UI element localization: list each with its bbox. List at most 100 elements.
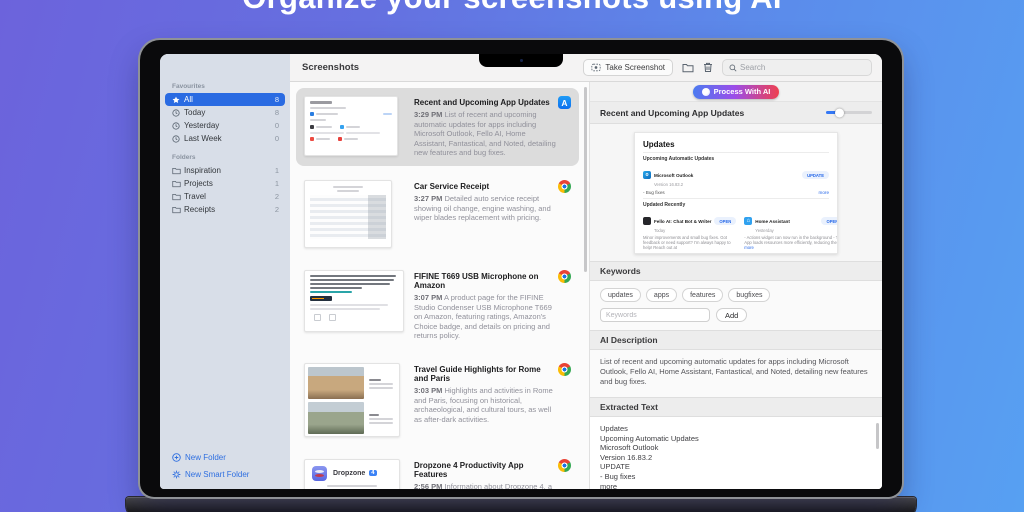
sidebar-item-count: 2 — [274, 192, 279, 201]
list-item[interactable]: Recent and Upcoming App Updates 3:29 PM … — [296, 88, 579, 166]
extracted-line: Upcoming Automatic Updates — [600, 433, 699, 443]
travel-thumbnail — [304, 362, 400, 437]
search-input[interactable] — [740, 63, 865, 72]
keyword-input-row: Add — [600, 308, 872, 322]
new-folder-label: New Folder — [185, 453, 226, 462]
detail-panel: Process With AI Recent and Upcoming App … — [590, 82, 882, 489]
sidebar-item-receipts[interactable]: Receipts 2 — [165, 203, 285, 216]
clock-icon — [171, 121, 181, 130]
sidebar-section-folders: Folders — [172, 154, 196, 161]
preview-app-version: Version 16.83.2 — [654, 181, 684, 187]
sidebar-item-label: Travel — [184, 192, 206, 201]
folder-icon — [171, 167, 181, 175]
folder-icon — [171, 206, 181, 214]
preview-app-row: Fantastical - Calendar06/03/2024 OPEN — [643, 252, 736, 253]
extracted-line: - Bug fixes — [600, 471, 636, 481]
extracted-line: Version 16.83.2 — [600, 452, 653, 462]
preview-bug-note: - Bug fixes — [643, 189, 665, 195]
sidebar-item-yesterday[interactable]: Yesterday 0 — [165, 119, 285, 132]
window-title: Screenshots — [302, 62, 360, 73]
search-field[interactable] — [722, 59, 872, 76]
sidebar-item-count: 8 — [274, 108, 279, 117]
list-item[interactable]: FIFINE T669 USB Microphone on Amazon 3:0… — [296, 262, 579, 349]
sidebar-section-favourites: Favourites — [172, 83, 205, 90]
sidebar-item-inspiration[interactable]: Inspiration 1 — [165, 164, 285, 177]
sidebar-item-projects[interactable]: Projects 1 — [165, 177, 285, 190]
app-window: Favourites All 8 Today 8 Yesterday 0 Las… — [160, 54, 882, 489]
list-item-meta: 3:07 PM A product page for the FIFINE St… — [414, 293, 557, 341]
slider-knob[interactable] — [835, 108, 845, 117]
add-keyword-button[interactable]: Add — [716, 308, 748, 322]
toolbar: Screenshots Take Screenshot — [290, 54, 882, 82]
take-screenshot-button[interactable]: Take Screenshot — [583, 59, 673, 76]
main-area: Screenshots Take Screenshot Search Recen… — [290, 54, 882, 489]
sidebar: Favourites All 8 Today 8 Yesterday 0 Las… — [160, 54, 290, 489]
list-item[interactable]: Dropzone 4 Dropzone 4 Productivity App F… — [296, 451, 579, 489]
list-item[interactable]: Car Service Receipt 3:27 PM Detailed aut… — [296, 172, 579, 256]
preview-recent-section: Updated Recently — [643, 201, 686, 208]
fello-ai-icon — [643, 217, 651, 225]
macbook-frame: Favourites All 8 Today 8 Yesterday 0 Las… — [140, 40, 902, 497]
sidebar-item-all[interactable]: All 8 — [165, 93, 285, 106]
list-item-body: Travel Guide Highlights for Rome and Par… — [414, 363, 571, 437]
folder-icon — [171, 193, 181, 201]
sidebar-item-count: 0 — [274, 121, 279, 130]
folder-icon — [171, 180, 181, 188]
ai-description-text: List of recent and upcoming automatic up… — [590, 350, 882, 397]
sidebar-item-label: Projects — [184, 179, 213, 188]
list-item-time: 3:03 PM — [414, 385, 443, 395]
preview-more-link: more — [744, 244, 754, 250]
process-with-ai-button[interactable]: Process With AI — [692, 84, 780, 99]
list-scrollbar[interactable] — [584, 87, 587, 272]
chrome-icon — [558, 179, 571, 193]
keywords-content: updates apps features bugfixes Add — [590, 281, 882, 330]
preview-app-name: Home Assistant — [755, 218, 790, 224]
list-item-title: FIFINE T669 USB Microphone on Amazon — [414, 271, 539, 290]
toolbar-controls: Take Screenshot — [583, 59, 872, 76]
updates-thumbnail — [304, 96, 398, 156]
trash-icon[interactable] — [703, 62, 713, 73]
sidebar-item-travel[interactable]: Travel 2 — [165, 190, 285, 203]
extracted-text-scrollbar[interactable] — [876, 423, 879, 449]
keywords-input[interactable] — [600, 308, 710, 322]
camera-notch — [479, 54, 563, 67]
thumbnail-size-slider[interactable] — [826, 108, 872, 117]
sidebar-item-last-week[interactable]: Last Week 0 — [165, 132, 285, 145]
extracted-text-header: Extracted Text — [590, 397, 882, 417]
dropzone-app-icon — [312, 465, 327, 481]
open-pill: OPEN — [714, 217, 737, 225]
keyword-chips: updates apps features bugfixes — [600, 288, 872, 302]
keyword-chip[interactable]: apps — [645, 288, 678, 302]
keyword-chip[interactable]: features — [682, 288, 724, 302]
keyword-chip[interactable]: bugfixes — [728, 288, 771, 302]
marketing-background: Organize your screenshots using AI Favou… — [0, 0, 1024, 512]
folder-toolbar-icon[interactable] — [682, 63, 694, 73]
keywords-header: Keywords — [590, 261, 882, 281]
new-smart-folder-button[interactable]: New Smart Folder — [172, 470, 249, 479]
list-item-time: 2:56 PM — [414, 481, 443, 489]
preview-app-row: Fello AI: Chat Bot & Writer Today OPEN — [643, 210, 737, 233]
list-item-title: Recent and Upcoming App Updates — [414, 98, 550, 107]
outlook-icon: o — [643, 171, 651, 179]
list-item-body: Car Service Receipt 3:27 PM Detailed aut… — [414, 180, 571, 248]
chrome-icon — [558, 458, 571, 472]
new-folder-button[interactable]: New Folder — [172, 453, 249, 462]
sidebar-footer: New Folder New Smart Folder — [172, 445, 249, 479]
preview-app-note: Minor improvements and small bug fixes. … — [643, 234, 731, 250]
preview-app-note: - Actions widget can now run in the back… — [744, 234, 838, 250]
clock-icon — [171, 134, 181, 143]
sidebar-item-today[interactable]: Today 8 — [165, 106, 285, 119]
extracted-text-box: Updates Upcoming Automatic Updates Micro… — [590, 417, 882, 489]
sidebar-item-label: Today — [184, 108, 206, 117]
preview-app-row: N Noted: Record, AI Transcribe06/03/2024… — [744, 252, 837, 253]
sidebar-item-label: Yesterday — [184, 121, 220, 130]
preview-app-grid: Fello AI: Chat Bot & Writer Today OPEN ⌂ … — [643, 210, 837, 253]
macbook-base — [126, 497, 916, 512]
detail-title: Recent and Upcoming App Updates — [600, 107, 745, 118]
sidebar-item-count: 0 — [274, 134, 279, 143]
list-item[interactable]: Travel Guide Highlights for Rome and Par… — [296, 355, 579, 445]
open-pill: OPEN — [821, 217, 837, 225]
process-row: Process With AI — [590, 82, 882, 102]
list-item-body: FIFINE T669 USB Microphone on Amazon 3:0… — [414, 270, 571, 341]
keyword-chip[interactable]: updates — [600, 288, 641, 302]
